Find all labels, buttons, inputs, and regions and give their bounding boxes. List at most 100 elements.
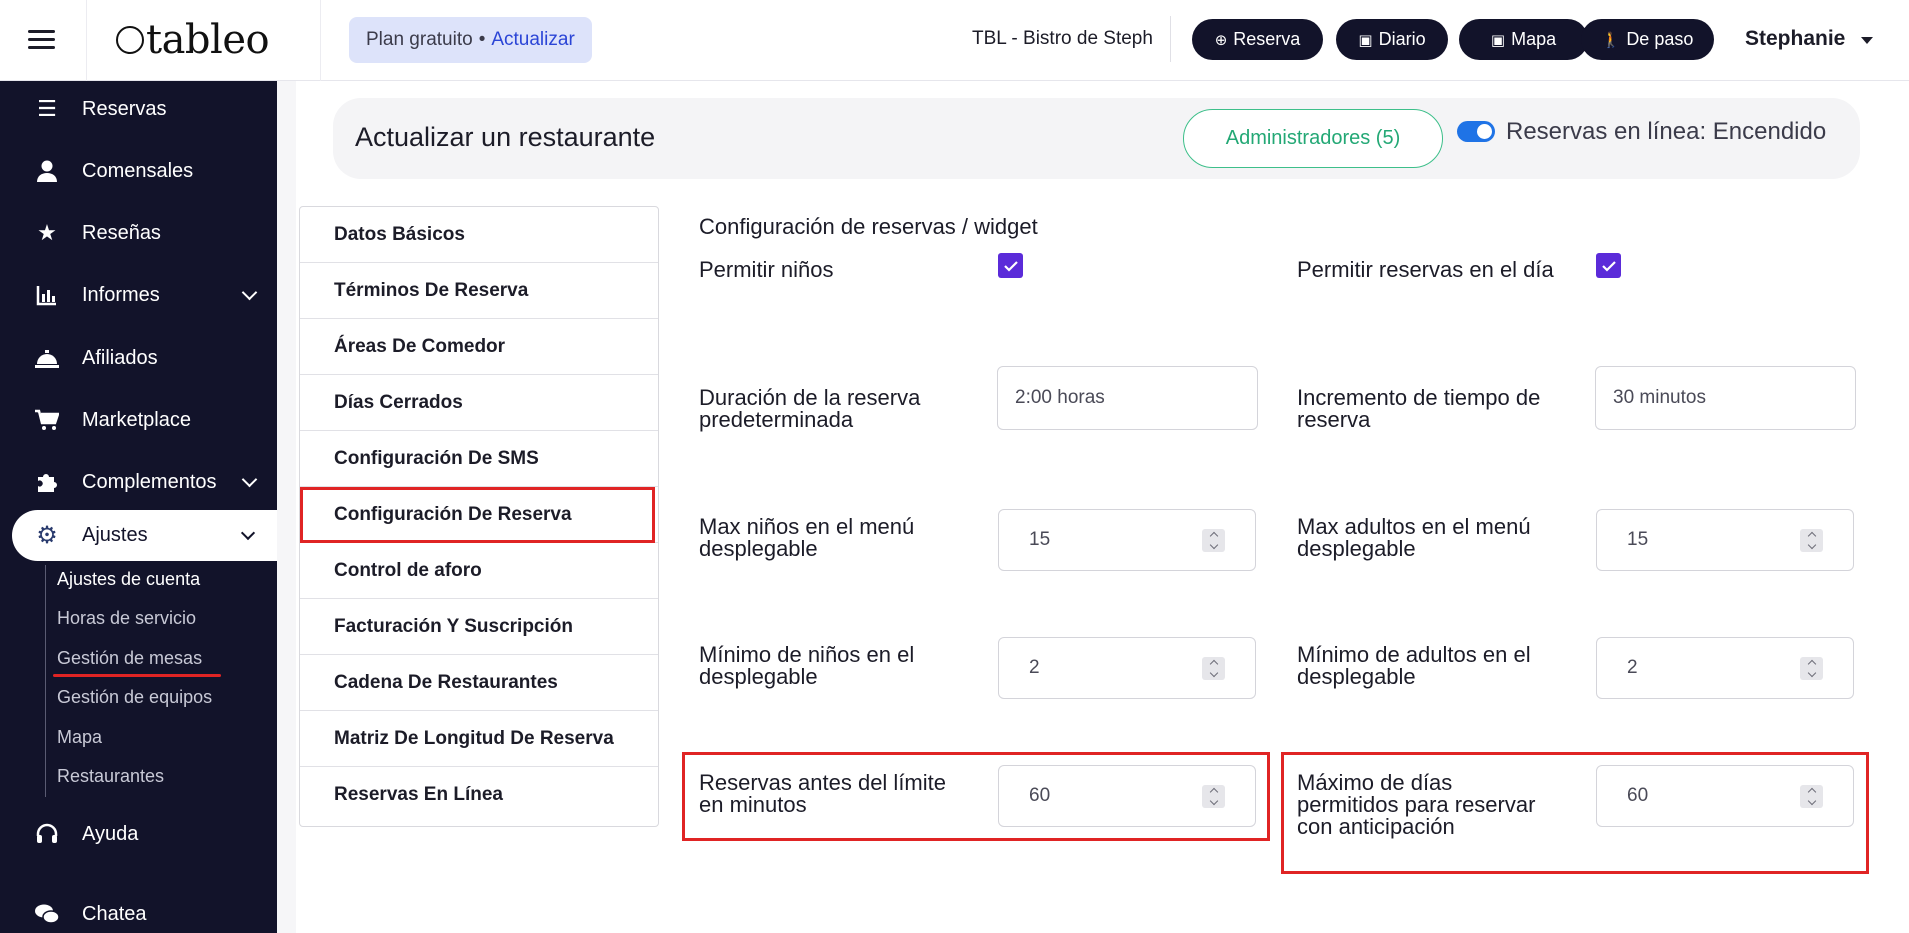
hamburger-menu-icon[interactable] xyxy=(28,30,55,50)
sidebar-item-comensales[interactable]: Comensales xyxy=(0,145,277,197)
max-children-value: 15 xyxy=(1029,529,1051,550)
tab-terminos-de-reserva[interactable]: Términos De Reserva xyxy=(300,263,658,319)
sidebar-item-label: Marketplace xyxy=(82,408,191,431)
star-icon: ★ xyxy=(37,220,57,245)
online-reservations-toggle[interactable] xyxy=(1457,121,1495,142)
time-increment-label: Incremento de tiempo de reserva xyxy=(1297,385,1541,432)
sidebar-item-chatea[interactable]: Chatea xyxy=(0,888,277,933)
tab-cadena-de-restaurantes[interactable]: Cadena De Restaurantes xyxy=(300,655,658,711)
sidebar-item-ayuda[interactable]: Ayuda xyxy=(0,808,277,860)
cutoff-minutes-input[interactable]: 60 xyxy=(998,765,1256,827)
user-menu[interactable]: Stephanie xyxy=(1745,27,1874,51)
time-increment-input[interactable]: 30 minutos xyxy=(1595,366,1856,430)
restaurant-name[interactable]: TBL - Bistro de Steph xyxy=(972,28,1153,50)
tab-configuracion-de-reserva[interactable]: Configuración De Reserva xyxy=(300,487,658,543)
tab-dias-cerrados[interactable]: Días Cerrados xyxy=(300,375,658,431)
gear-icon: ⚙ xyxy=(36,522,58,549)
topbar-divider xyxy=(320,0,321,81)
top-bar: tableo Plan gratuito • Actualizar TBL - … xyxy=(0,0,1909,81)
submenu-item-gestion-de-mesas[interactable]: Gestión de mesas xyxy=(57,648,202,669)
sidebar-item-informes[interactable]: Informes xyxy=(0,269,277,321)
tab-configuracion-de-sms[interactable]: Configuración De SMS xyxy=(300,431,658,487)
plan-badge[interactable]: Plan gratuito • Actualizar xyxy=(349,17,592,63)
topbar-divider xyxy=(1170,16,1171,62)
number-stepper-icon[interactable] xyxy=(1800,657,1823,680)
submenu-item-gestion-de-equipos[interactable]: Gestión de equipos xyxy=(57,687,212,708)
tab-reservas-en-linea[interactable]: Reservas En Línea xyxy=(300,767,658,823)
sidebar-item-label: Chatea xyxy=(82,902,147,925)
sidebar-item-label: Reseñas xyxy=(82,221,161,244)
upgrade-link[interactable]: Actualizar xyxy=(491,29,574,51)
number-stepper-icon[interactable] xyxy=(1202,529,1225,552)
chevron-down-icon xyxy=(241,471,258,488)
number-stepper-icon[interactable] xyxy=(1800,529,1823,552)
map-label: Mapa xyxy=(1511,29,1557,49)
highlight-underline xyxy=(53,674,221,677)
min-adults-input[interactable]: 2 xyxy=(1596,637,1854,699)
toggle-knob xyxy=(1477,124,1492,139)
chevron-down-icon xyxy=(241,284,258,301)
tab-datos-basicos[interactable]: Datos Básicos xyxy=(300,207,658,263)
number-stepper-icon[interactable] xyxy=(1202,785,1225,808)
sidebar-item-resenas[interactable]: ★ Reseñas xyxy=(0,207,277,259)
page-title: Actualizar un restaurante xyxy=(355,122,656,152)
calendar-icon: ▣ xyxy=(1490,31,1506,49)
allow-children-checkbox[interactable] xyxy=(998,253,1023,278)
number-stepper-icon[interactable] xyxy=(1202,657,1225,680)
tab-control-de-aforo[interactable]: Control de aforo xyxy=(300,543,658,599)
submenu-item-ajustes-de-cuenta[interactable]: Ajustes de cuenta xyxy=(57,569,200,590)
sidebar-item-label: Comensales xyxy=(82,159,194,182)
administrators-button[interactable]: Administradores (5) xyxy=(1183,109,1443,168)
daily-button[interactable]: ▣ Diario xyxy=(1336,19,1448,60)
max-children-label: Max niños en el menú desplegable xyxy=(699,514,915,561)
min-children-value: 2 xyxy=(1029,657,1040,678)
map-button[interactable]: ▣ Mapa xyxy=(1459,19,1588,60)
puzzle-icon xyxy=(33,468,61,496)
sidebar: ☰ Reservas Comensales ★ Reseñas Informes… xyxy=(0,81,277,933)
default-duration-input[interactable]: 2:00 horas xyxy=(997,366,1258,430)
tab-facturacion-y-suscripcion[interactable]: Facturación Y Suscripción xyxy=(300,599,658,655)
sidebar-item-label: Complementos xyxy=(82,470,217,493)
max-adults-label: Max adultos en el menú desplegable xyxy=(1297,514,1531,561)
new-reservation-label: Reserva xyxy=(1233,29,1301,49)
sidebar-item-label: Reservas xyxy=(82,97,167,120)
daily-label: Diario xyxy=(1378,29,1426,49)
submenu-guide-line xyxy=(45,565,46,797)
number-stepper-icon[interactable] xyxy=(1800,785,1823,808)
plan-label: Plan gratuito xyxy=(366,29,473,50)
min-adults-label: Mínimo de adultos en el desplegable xyxy=(1297,642,1531,689)
submenu-item-horas-de-servicio[interactable]: Horas de servicio xyxy=(57,608,196,629)
headset-icon xyxy=(33,820,61,848)
min-children-input[interactable]: 2 xyxy=(998,637,1256,699)
check-icon xyxy=(1003,260,1018,272)
sidebar-item-reservas[interactable]: ☰ Reservas xyxy=(0,83,277,135)
chat-icon xyxy=(33,900,61,928)
tab-matriz-de-longitud-de-reserva[interactable]: Matriz De Longitud De Reserva xyxy=(300,711,658,767)
plus-circle-icon: ⊕ xyxy=(1214,31,1228,49)
max-adults-value: 15 xyxy=(1627,529,1649,550)
sidebar-item-marketplace[interactable]: Marketplace xyxy=(0,394,277,446)
logo[interactable]: tableo xyxy=(116,12,270,68)
submenu-item-restaurantes[interactable]: Restaurantes xyxy=(57,766,164,787)
sidebar-item-label: Informes xyxy=(82,283,160,306)
allow-same-day-label: Permitir reservas en el día xyxy=(1297,257,1554,282)
tab-areas-de-comedor[interactable]: Áreas De Comedor xyxy=(300,319,658,375)
cart-icon xyxy=(33,406,61,434)
topbar-divider xyxy=(86,0,87,81)
min-children-label: Mínimo de niños en el desplegable xyxy=(699,642,915,689)
submenu-item-mapa[interactable]: Mapa xyxy=(57,727,102,748)
check-icon xyxy=(1601,260,1616,272)
max-children-input[interactable]: 15 xyxy=(998,509,1256,571)
sidebar-item-complementos[interactable]: Complementos xyxy=(0,456,277,508)
new-reservation-button[interactable]: ⊕ Reserva xyxy=(1192,19,1323,60)
sidebar-item-label: Afiliados xyxy=(82,346,158,369)
max-adults-input[interactable]: 15 xyxy=(1596,509,1854,571)
max-advance-days-input[interactable]: 60 xyxy=(1596,765,1854,827)
sidebar-item-ajustes[interactable]: ⚙ Ajustes xyxy=(12,510,277,561)
chevron-down-icon xyxy=(240,525,256,541)
walk-in-button[interactable]: 🚶 De paso xyxy=(1581,19,1714,60)
sidebar-item-afiliados[interactable]: Afiliados xyxy=(0,332,277,384)
allow-same-day-checkbox[interactable] xyxy=(1596,253,1621,278)
walk-in-label: De paso xyxy=(1626,29,1694,49)
section-title: Configuración de reservas / widget xyxy=(699,214,1038,239)
